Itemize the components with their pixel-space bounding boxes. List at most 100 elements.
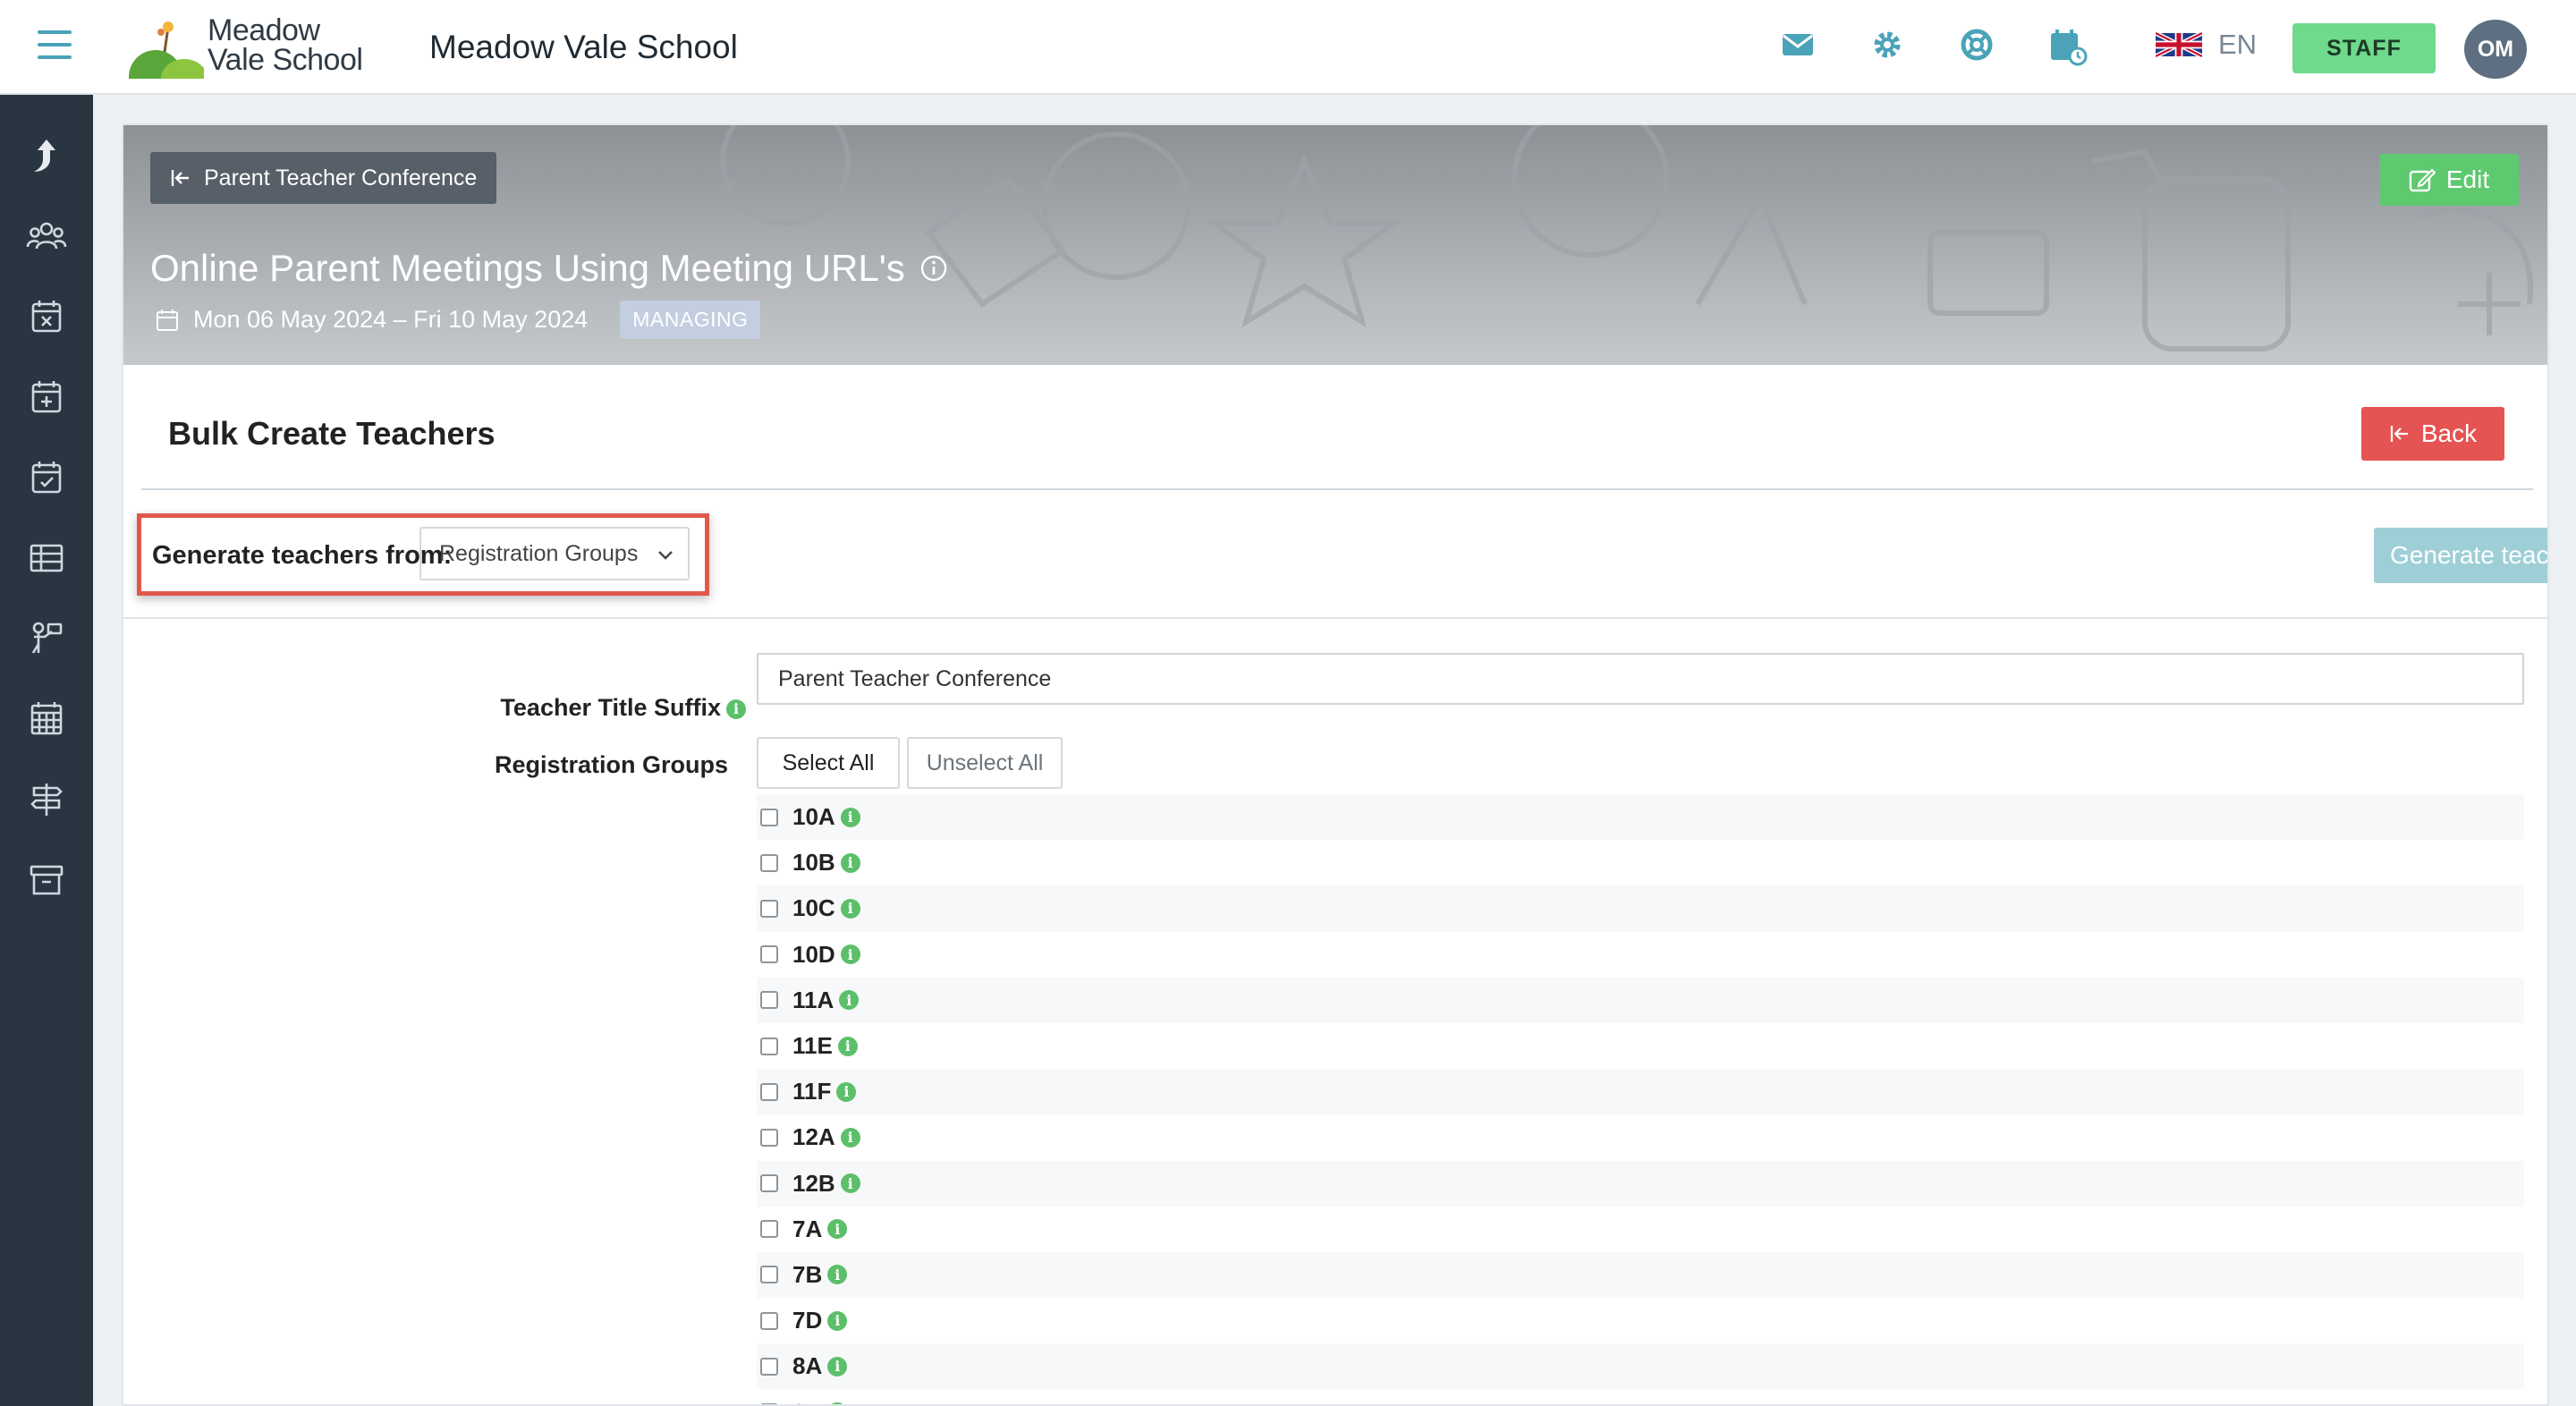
group-name: 11A xyxy=(792,986,835,1013)
info-icon[interactable]: i xyxy=(837,1036,858,1056)
edit-button[interactable]: Edit xyxy=(2379,154,2519,206)
suffix-label: Teacher Title Suffix i xyxy=(478,694,746,722)
main-area: Parent Teacher Conference Edit Online Pa… xyxy=(93,95,2576,1406)
group-checkbox[interactable] xyxy=(760,1311,778,1330)
sidebar-people-icon[interactable] xyxy=(25,215,68,258)
menu-icon[interactable] xyxy=(38,30,72,63)
group-checkbox[interactable] xyxy=(760,853,778,872)
section-header: Bulk Create Teachers Back xyxy=(141,365,2533,490)
sidebar-up-arrow-icon[interactable] xyxy=(25,134,68,177)
info-icon[interactable]: i xyxy=(827,1310,848,1331)
generate-teachers-button[interactable]: Generate teachers xyxy=(2374,528,2547,583)
list-item: 8B i xyxy=(757,1389,2524,1404)
avatar[interactable]: OM xyxy=(2464,20,2527,79)
generate-row: Generate teachers from: Registration Gro… xyxy=(123,490,2547,619)
edit-label: Edit xyxy=(2445,165,2490,193)
sidebar-signpost-icon[interactable] xyxy=(25,778,68,821)
list-item: 11A i xyxy=(757,977,2524,1023)
breadcrumb-back-button[interactable]: Parent Teacher Conference xyxy=(150,152,497,204)
group-name: 10B xyxy=(792,849,835,877)
group-checkbox[interactable] xyxy=(760,899,778,918)
info-icon[interactable]: i xyxy=(836,1081,857,1102)
info-icon[interactable]: i xyxy=(840,898,860,919)
language-code: EN xyxy=(2218,29,2258,60)
gear-icon[interactable] xyxy=(1869,27,1911,68)
calendar-icon xyxy=(157,309,178,331)
logo-hills-icon xyxy=(129,21,204,79)
info-icon[interactable]: i xyxy=(726,699,746,719)
group-name: 8B xyxy=(792,1399,822,1404)
list-item: 10A i xyxy=(757,794,2524,841)
back-button[interactable]: Back xyxy=(2361,407,2504,461)
group-name: 8A xyxy=(792,1352,823,1380)
info-icon[interactable]: i xyxy=(840,1127,860,1148)
calendar-clock-icon[interactable] xyxy=(2048,27,2089,68)
group-checkbox[interactable] xyxy=(760,1082,778,1101)
group-checkbox[interactable] xyxy=(760,1266,778,1284)
status-badge: MANAGING xyxy=(620,301,761,339)
group-checkbox[interactable] xyxy=(760,1128,778,1147)
logo-text: Meadow Vale School xyxy=(208,15,363,75)
info-icon[interactable]: i xyxy=(840,1173,860,1194)
info-icon[interactable]: i xyxy=(840,852,860,873)
sidebar-calendar-x-icon[interactable] xyxy=(25,295,68,338)
group-checkbox[interactable] xyxy=(760,945,778,964)
staff-role-button[interactable]: STAFF xyxy=(2292,23,2436,73)
event-dates: Mon 06 May 2024 – Fri 10 May 2024 MANAGI… xyxy=(156,301,761,339)
info-icon[interactable]: i xyxy=(840,944,860,965)
generate-source-highlight: Generate teachers from: Registration Gro… xyxy=(137,513,709,596)
uk-flag-icon xyxy=(2156,31,2202,58)
arrow-left-to-line-icon xyxy=(2390,426,2408,442)
group-checkbox[interactable] xyxy=(760,1220,778,1239)
generate-source-label: Generate teachers from: xyxy=(152,541,453,570)
sidebar-presenter-icon[interactable] xyxy=(25,617,68,660)
group-name: 7A xyxy=(792,1215,823,1242)
info-icon[interactable]: i xyxy=(827,1402,848,1404)
sidebar-calendar-plus-icon[interactable] xyxy=(25,376,68,419)
list-item: 7A i xyxy=(757,1207,2524,1252)
list-item: 12B i xyxy=(757,1160,2524,1207)
info-icon[interactable]: i xyxy=(840,807,860,827)
suffix-label-text: Teacher Title Suffix xyxy=(500,694,721,721)
unselect-all-button[interactable]: Unselect All xyxy=(907,737,1063,789)
info-icon[interactable]: i xyxy=(827,1265,848,1285)
select-all-button[interactable]: Select All xyxy=(757,737,900,789)
mail-icon[interactable] xyxy=(1780,27,1821,68)
group-name: 10A xyxy=(792,803,835,831)
page-title: Bulk Create Teachers xyxy=(168,415,496,452)
sidebar-calendar-check-icon[interactable] xyxy=(25,456,68,499)
list-item: 8A i xyxy=(757,1343,2524,1390)
event-title: Online Parent Meetings Using Meeting URL… xyxy=(150,247,948,290)
registration-group-list: 10A i 10B i 10C i 10D i 11A i 11E i 11F i 12A i … xyxy=(757,794,2524,1404)
group-checkbox[interactable] xyxy=(760,808,778,826)
top-bar: Meadow Vale School Meadow Vale School EN… xyxy=(0,0,2576,95)
edit-pencil-icon xyxy=(2409,168,2436,192)
language-selector[interactable]: EN xyxy=(2156,29,2257,61)
group-checkbox[interactable] xyxy=(760,1037,778,1055)
info-icon[interactable]: i xyxy=(839,990,860,1011)
info-icon[interactable]: i xyxy=(827,1219,848,1240)
sidebar-grid-calendar-icon[interactable] xyxy=(25,698,68,741)
list-item: 10C i xyxy=(757,885,2524,932)
registration-groups-label: Registration Groups xyxy=(494,751,728,778)
generate-source-select[interactable]: Registration Groups xyxy=(419,527,690,580)
group-checkbox[interactable] xyxy=(760,1174,778,1193)
group-name: 7B xyxy=(792,1260,823,1288)
breadcrumb-label: Parent Teacher Conference xyxy=(204,165,478,191)
group-name: 10C xyxy=(792,894,835,922)
info-circle-icon[interactable] xyxy=(919,254,948,283)
school-logo[interactable]: Meadow Vale School xyxy=(129,15,370,79)
group-name: 11E xyxy=(792,1032,833,1060)
teacher-title-suffix-input[interactable]: Parent Teacher Conference xyxy=(757,653,2524,705)
content-panel: Parent Teacher Conference Edit Online Pa… xyxy=(122,123,2549,1406)
list-item: 10B i xyxy=(757,840,2524,885)
sidebar-archive-icon[interactable] xyxy=(25,859,68,902)
group-checkbox[interactable] xyxy=(760,991,778,1010)
sidebar-table-icon[interactable] xyxy=(25,537,68,580)
info-icon[interactable]: i xyxy=(827,1356,848,1376)
group-name: 7D xyxy=(792,1307,823,1334)
group-checkbox[interactable] xyxy=(760,1357,778,1376)
sidebar xyxy=(0,95,93,1406)
help-lifebuoy-icon[interactable] xyxy=(1959,27,2000,68)
list-item: 11F i xyxy=(757,1069,2524,1115)
